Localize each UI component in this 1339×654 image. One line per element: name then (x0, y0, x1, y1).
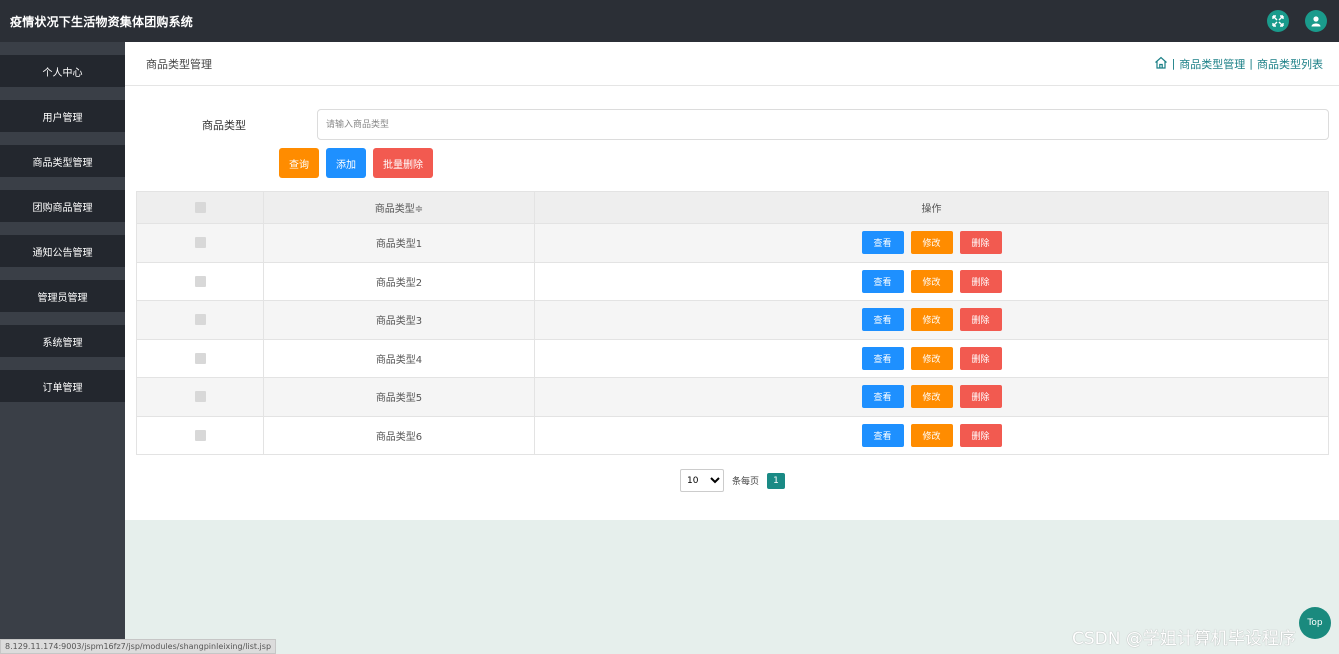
product-type-name: 商品类型2 (263, 261, 535, 301)
fullscreen-icon[interactable] (1267, 10, 1289, 32)
row-actions: 查看 修改 删除 (534, 415, 1329, 455)
view-button[interactable]: 查看 (861, 231, 904, 255)
row-checkbox[interactable] (194, 275, 206, 287)
edit-button[interactable]: 修改 (910, 308, 953, 332)
sidebar-item-announcements[interactable]: 通知公告管理 (0, 235, 125, 267)
add-button[interactable]: 添加 (326, 148, 366, 178)
page-header: 商品类型管理 | 商品类型管理 | 商品类型列表 (125, 42, 1339, 86)
top-bar: 疫情状况下生活物资集体团购系统 (0, 0, 1339, 42)
edit-button[interactable]: 修改 (910, 269, 953, 293)
page-title: 商品类型管理 (146, 57, 212, 71)
select-all-header (136, 191, 264, 224)
edit-button[interactable]: 修改 (910, 423, 953, 447)
row-checkbox[interactable] (194, 429, 206, 441)
batch-delete-button[interactable]: 批量删除 (373, 148, 433, 178)
view-button[interactable]: 查看 (861, 308, 904, 332)
sidebar-item-orders[interactable]: 订单管理 (0, 370, 125, 402)
sidebar-item-group-products[interactable]: 团购商品管理 (0, 190, 125, 222)
row-actions: 查看 修改 删除 (534, 338, 1329, 378)
delete-button[interactable]: 删除 (959, 269, 1002, 293)
sidebar-item-system[interactable]: 系统管理 (0, 325, 125, 357)
breadcrumb-item-product-type-management[interactable]: 商品类型管理 (1179, 56, 1245, 72)
page-number-current[interactable]: 1 (767, 472, 786, 489)
edit-button[interactable]: 修改 (910, 346, 953, 370)
sidebar-item-profile[interactable]: 个人中心 (0, 55, 125, 87)
breadcrumb: | 商品类型管理 | 商品类型列表 (1154, 56, 1323, 72)
product-type-name: 商品类型3 (263, 300, 535, 340)
row-checkbox-cell (136, 300, 264, 340)
row-checkbox[interactable] (194, 314, 206, 325)
row-actions: 查看 修改 删除 (534, 377, 1329, 417)
column-header-actions: 操作 (534, 191, 1329, 224)
search-label: 商品类型 (202, 119, 246, 132)
search-row: 商品类型 (125, 108, 1339, 140)
row-actions: 查看 修改 删除 (534, 223, 1329, 263)
sidebar-item-product-types[interactable]: 商品类型管理 (0, 145, 125, 177)
row-checkbox-cell (136, 338, 264, 378)
breadcrumb-separator: | (1249, 57, 1253, 70)
row-checkbox-cell (136, 415, 264, 455)
row-checkbox[interactable] (194, 391, 206, 402)
main-content: 商品类型管理 | 商品类型管理 | 商品类型列表 商品类型 查询 添加 批量删除 (125, 42, 1339, 520)
table-row: 商品类型5 查看 修改 删除 (136, 377, 1329, 417)
edit-button[interactable]: 修改 (910, 231, 953, 255)
edit-button[interactable]: 修改 (910, 385, 953, 409)
product-type-name: 商品类型5 (263, 377, 535, 417)
product-type-name: 商品类型4 (263, 338, 535, 378)
sidebar: 个人中心 用户管理 商品类型管理 团购商品管理 通知公告管理 管理员管理 系统管… (0, 42, 125, 654)
product-type-table: 商品类型≑ 操作 商品类型1 查看 修改 删除 商品类型2 查看 修改 删除 商… (136, 191, 1329, 455)
row-actions: 查看 修改 删除 (534, 300, 1329, 340)
select-all-checkbox[interactable] (194, 201, 206, 213)
column-header-product-type[interactable]: 商品类型≑ (263, 191, 535, 224)
sidebar-item-admins[interactable]: 管理员管理 (0, 280, 125, 312)
row-checkbox-cell (136, 377, 264, 417)
table-row: 商品类型3 查看 修改 删除 (136, 300, 1329, 340)
delete-button[interactable]: 删除 (959, 385, 1002, 409)
row-checkbox[interactable] (194, 352, 206, 364)
breadcrumb-separator: | (1171, 57, 1176, 70)
pagination: 10 条每页 1 (680, 469, 786, 492)
home-icon[interactable] (1154, 56, 1168, 72)
watermark: CSDN @学姐计算机毕设程序 (1072, 629, 1296, 649)
row-checkbox-cell (136, 223, 264, 263)
app-title: 疫情状况下生活物资集体团购系统 (10, 14, 194, 29)
delete-button[interactable]: 删除 (959, 231, 1002, 255)
sidebar-item-users[interactable]: 用户管理 (0, 100, 125, 132)
view-button[interactable]: 查看 (861, 385, 904, 409)
table-row: 商品类型4 查看 修改 删除 (136, 338, 1329, 378)
product-type-name: 商品类型1 (263, 223, 535, 263)
table-row: 商品类型6 查看 修改 删除 (136, 415, 1329, 455)
breadcrumb-item-product-type-list[interactable]: 商品类型列表 (1257, 56, 1323, 72)
delete-button[interactable]: 删除 (959, 423, 1002, 447)
view-button[interactable]: 查看 (861, 423, 904, 447)
table-row: 商品类型2 查看 修改 删除 (136, 261, 1329, 301)
view-button[interactable]: 查看 (861, 346, 904, 370)
query-button[interactable]: 查询 (279, 148, 319, 178)
action-buttons: 查询 添加 批量删除 (279, 148, 433, 178)
row-checkbox-cell (136, 261, 264, 301)
table-header-row: 商品类型≑ 操作 (136, 191, 1329, 224)
row-actions: 查看 修改 删除 (534, 261, 1329, 301)
back-to-top-button[interactable]: Top (1299, 607, 1331, 639)
per-page-label: 条每页 (732, 477, 760, 487)
view-button[interactable]: 查看 (861, 269, 904, 293)
user-icon[interactable] (1305, 10, 1327, 32)
page-size-select[interactable]: 10 (680, 469, 724, 492)
browser-status-url: 8.129.11.174:9003/jspm16fz7/jsp/modules/… (0, 639, 277, 654)
product-type-name: 商品类型6 (263, 415, 535, 455)
table-row: 商品类型1 查看 修改 删除 (136, 223, 1329, 263)
search-input[interactable] (317, 109, 1329, 140)
top-bar-icons (1267, 10, 1327, 32)
row-checkbox[interactable] (194, 237, 206, 248)
delete-button[interactable]: 删除 (959, 308, 1002, 332)
delete-button[interactable]: 删除 (959, 346, 1002, 370)
data-table-container: 商品类型≑ 操作 商品类型1 查看 修改 删除 商品类型2 查看 修改 删除 商… (136, 191, 1329, 455)
